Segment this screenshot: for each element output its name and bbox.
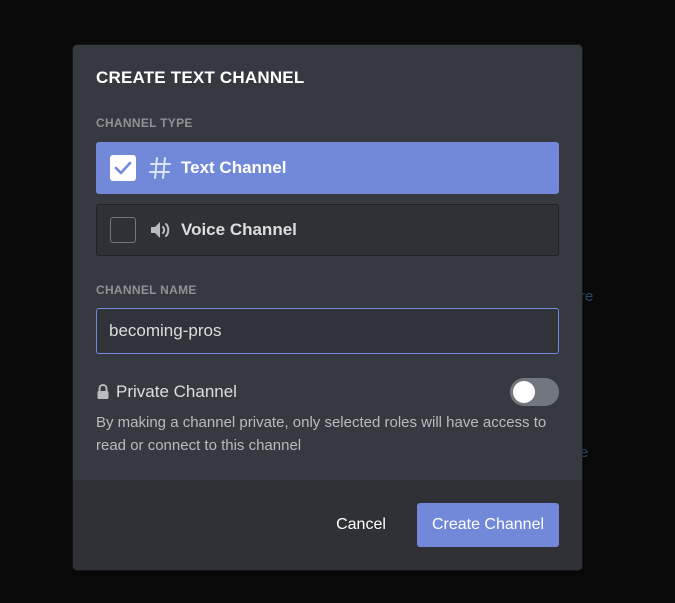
speaker-icon [151,222,170,238]
modal-title: Create Text Channel [96,68,305,87]
voice-channel-label: Voice Channel [181,220,297,239]
toggle-knob [513,381,535,403]
private-channel-toggle[interactable] [510,378,559,406]
cancel-button[interactable]: Cancel [323,503,399,547]
checkmark-icon [114,161,132,175]
background-text-fragment: re [580,288,594,305]
channel-type-label: Channel Type [96,116,193,130]
create-channel-modal: Create Text Channel Channel Type Text Ch… [73,45,582,570]
private-channel-description: By making a channel private, only select… [96,414,547,454]
private-channel-label: Private Channel [116,382,237,401]
channel-name-input[interactable] [96,308,559,354]
voice-channel-option[interactable]: Voice Channel [96,204,559,256]
hash-icon [149,157,171,179]
text-channel-label: Text Channel [181,158,287,177]
voice-channel-checkbox[interactable] [110,217,136,243]
modal-footer: Cancel Create Channel [73,480,582,570]
private-channel-row: Private Channel [96,382,237,402]
channel-name-label: Channel Name [96,283,197,297]
text-channel-option[interactable]: Text Channel [96,142,559,194]
text-channel-checkbox[interactable] [110,155,136,181]
create-channel-button[interactable]: Create Channel [417,503,559,547]
lock-icon [97,384,109,399]
